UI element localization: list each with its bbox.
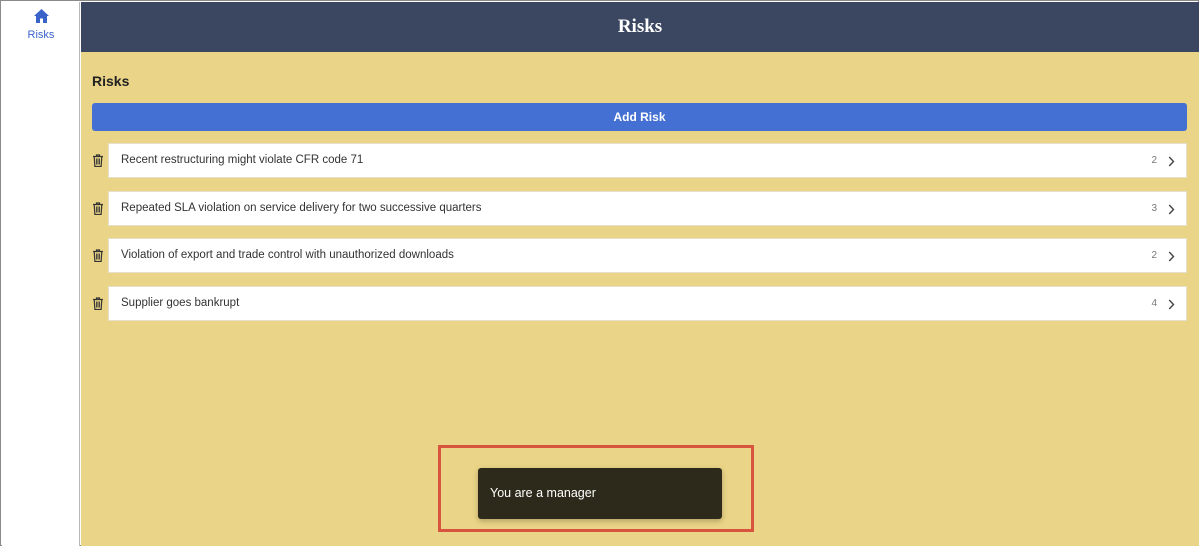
page-title: Risks: [617, 16, 663, 37]
chevron-right-icon: [1168, 156, 1175, 167]
risk-title: Repeated SLA violation on service delive…: [121, 201, 482, 214]
toast-notification: You are a manager: [478, 468, 722, 519]
risk-title: Recent restructuring might violate CFR c…: [121, 154, 364, 166]
sidebar-item-label: Risks: [27, 29, 55, 41]
risk-count: 3: [1151, 202, 1157, 214]
risk-title: Supplier goes bankrupt: [121, 296, 240, 309]
list-item: Supplier goes bankrupt 4: [81, 285, 1199, 321]
chevron-right-icon: [1168, 204, 1175, 215]
chevron-right-icon: [1168, 299, 1175, 310]
list-item: Repeated SLA violation on service delive…: [81, 190, 1199, 226]
risk-count: 4: [1151, 297, 1157, 309]
trash-icon[interactable]: [92, 154, 104, 167]
app-header: Risks: [81, 2, 1199, 52]
add-risk-button[interactable]: Add Risk: [92, 103, 1187, 131]
risk-title: Violation of export and trade control wi…: [121, 249, 454, 261]
risk-count: 2: [1151, 250, 1157, 261]
app-frame: Risks Risks Risks Add Risk Recent restru…: [0, 0, 1199, 546]
list-item: Recent restructuring might violate CFR c…: [81, 143, 1199, 178]
toast-message: You are a manager: [490, 486, 596, 500]
trash-icon[interactable]: [92, 201, 104, 215]
home-icon: [33, 8, 50, 24]
trash-icon[interactable]: [92, 296, 104, 310]
risk-card[interactable]: Repeated SLA violation on service delive…: [108, 190, 1187, 226]
chevron-right-icon: [1168, 251, 1175, 262]
list-item: Violation of export and trade control wi…: [81, 238, 1199, 273]
risk-list: Recent restructuring might violate CFR c…: [81, 143, 1199, 333]
risk-card[interactable]: Recent restructuring might violate CFR c…: [108, 143, 1187, 178]
section-title: Risks: [92, 73, 130, 89]
sidebar: Risks: [2, 2, 80, 546]
risk-count: 2: [1151, 155, 1157, 166]
risk-card[interactable]: Supplier goes bankrupt 4: [108, 285, 1187, 321]
trash-icon[interactable]: [92, 249, 104, 262]
sidebar-item-risks[interactable]: Risks: [2, 8, 80, 41]
risk-card[interactable]: Violation of export and trade control wi…: [108, 238, 1187, 273]
